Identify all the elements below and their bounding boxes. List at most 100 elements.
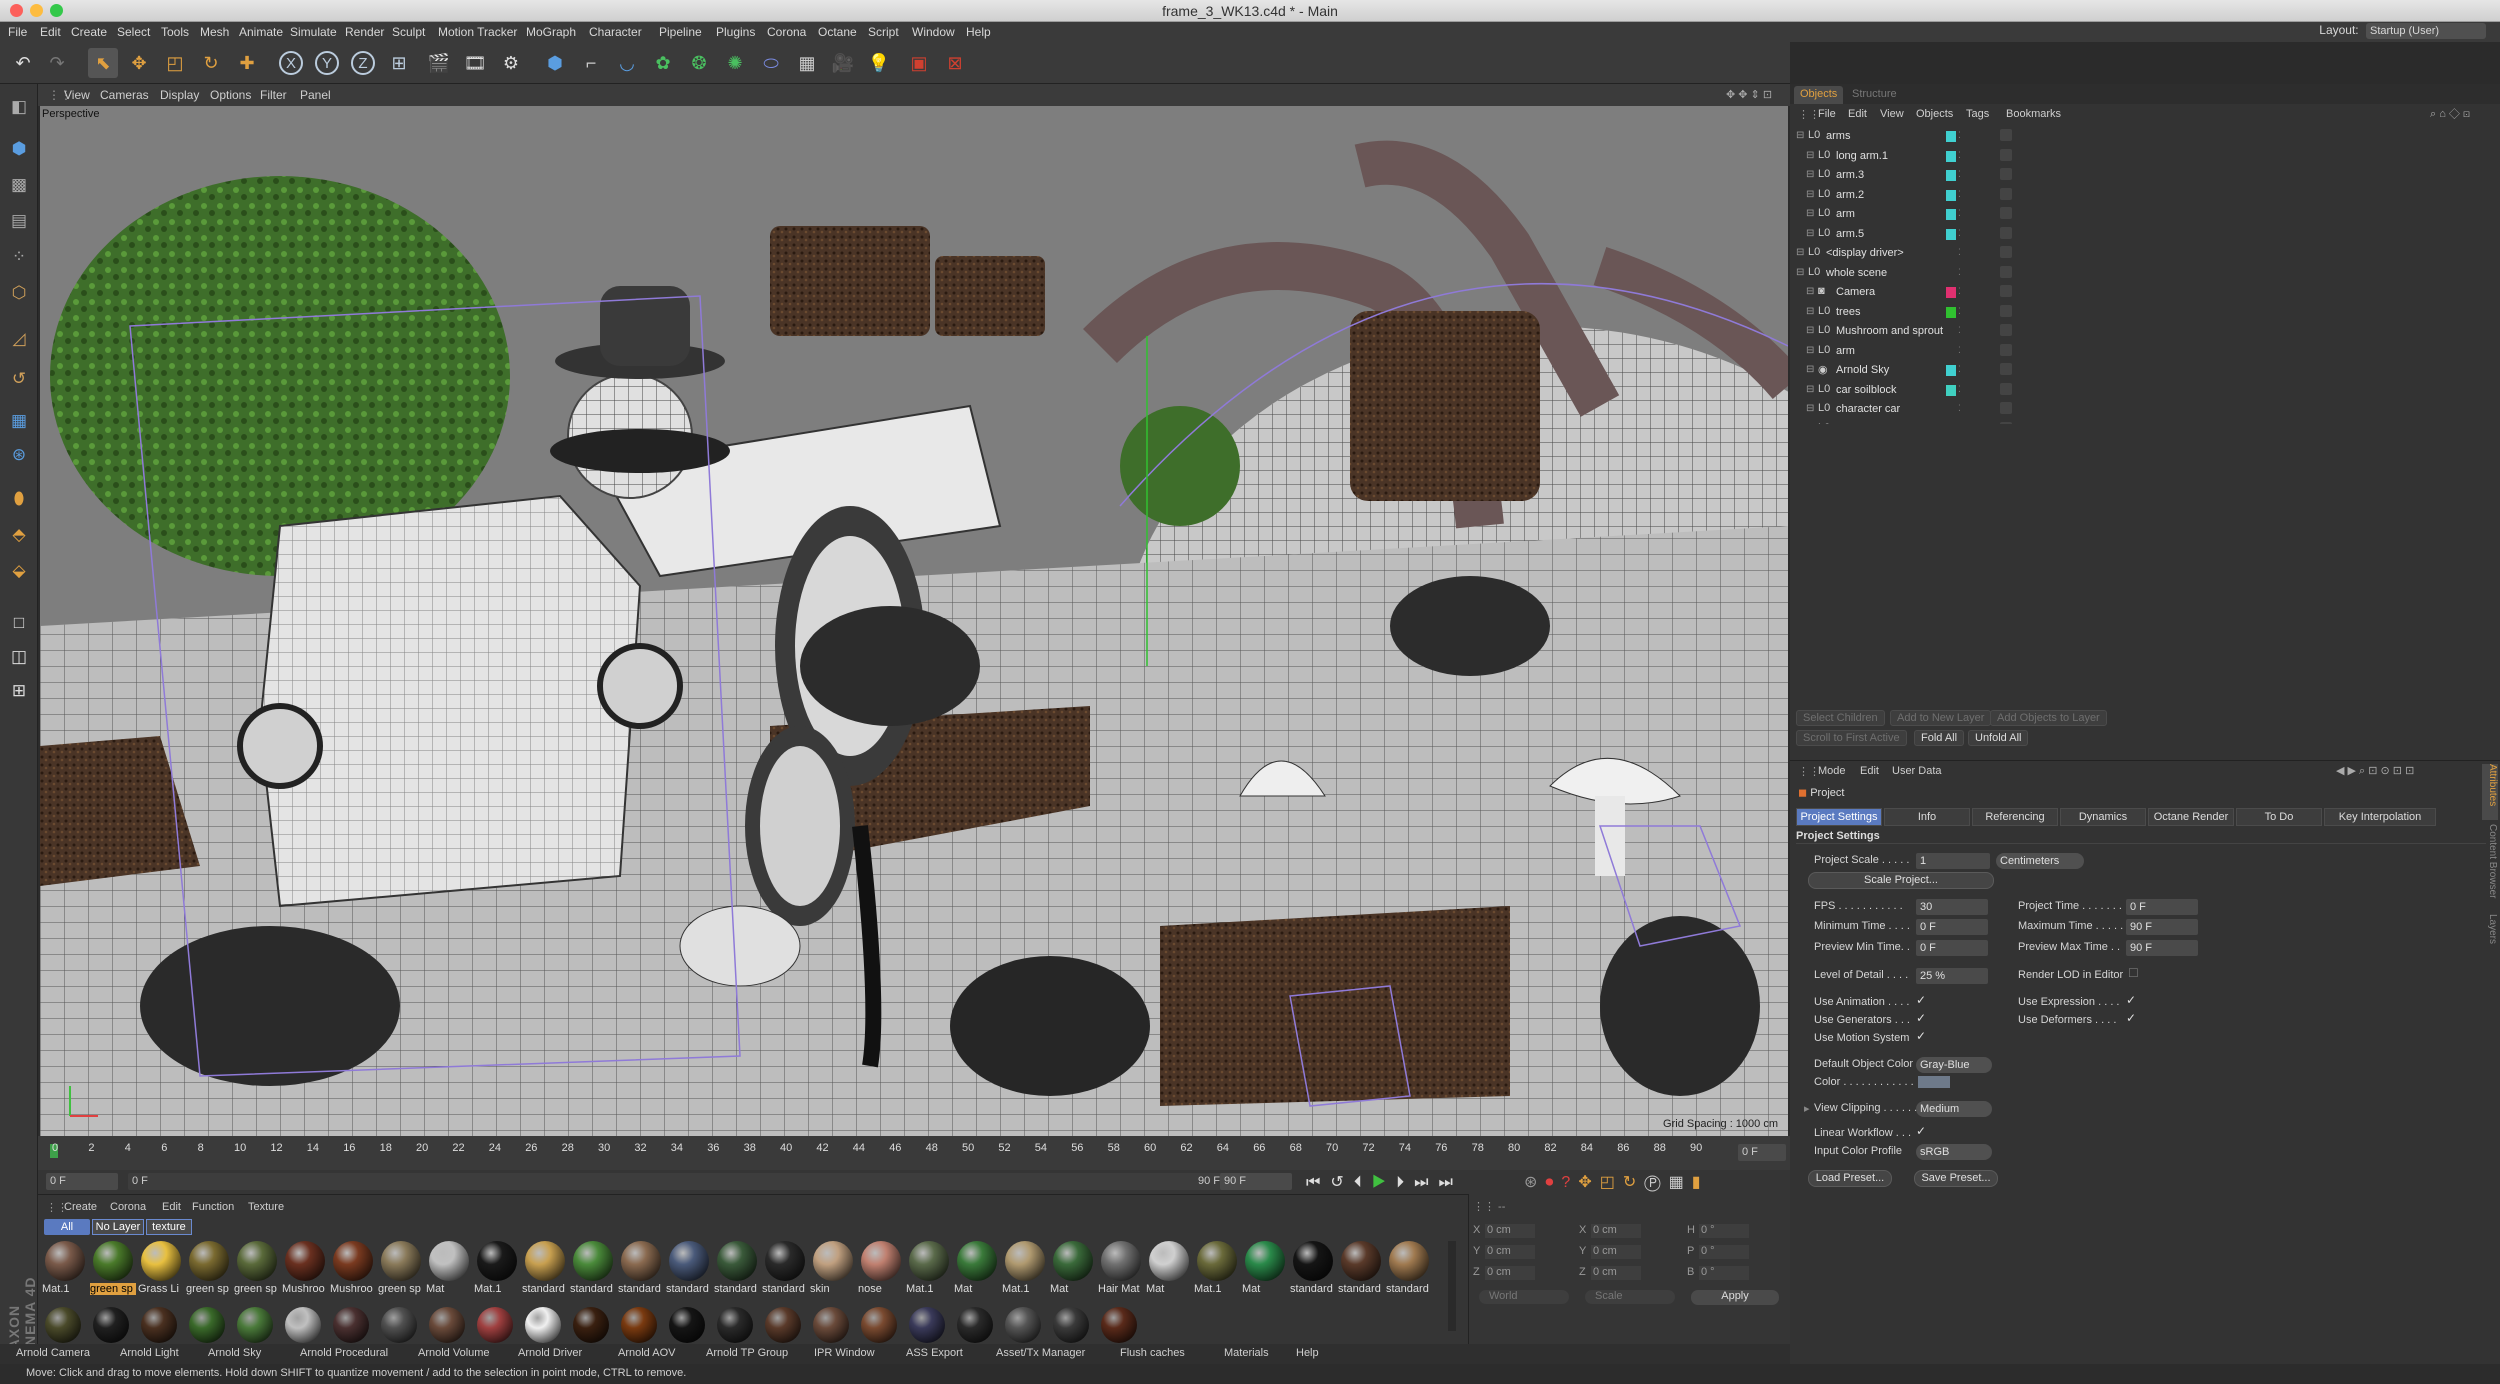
object-tag-icon[interactable] — [2000, 187, 2012, 200]
level-of-detail-field[interactable]: 25 % — [1916, 968, 1988, 984]
expand-toggle-icon[interactable]: ⊟ — [1806, 384, 1814, 395]
task-asset-tx-manager[interactable]: Asset/Tx Manager — [996, 1347, 1085, 1359]
recent-tools-icon[interactable]: ✚ — [232, 48, 262, 78]
object-name[interactable]: trees — [1836, 306, 1860, 318]
menu-corona[interactable]: Corona — [767, 25, 806, 39]
material-item[interactable]: standard — [762, 1241, 808, 1299]
menu-file[interactable]: File — [8, 25, 27, 39]
material-item[interactable]: Mat — [1242, 1241, 1288, 1299]
viewport-menu-display[interactable]: Display — [160, 88, 199, 102]
material-ball[interactable] — [189, 1307, 225, 1343]
fold-all-button[interactable]: Fold All — [1914, 730, 1965, 746]
material-item[interactable]: standard — [1290, 1241, 1336, 1299]
visibility-dots-icon[interactable]: ⁚ — [1958, 306, 1961, 317]
two-view-icon[interactable]: ◫ — [4, 642, 34, 672]
objects-menu-file[interactable]: File — [1818, 108, 1836, 120]
viewport-menu-panel[interactable]: Panel — [300, 88, 331, 102]
material-item[interactable]: green sp — [378, 1241, 424, 1299]
texture-mode-icon[interactable]: ▩ — [4, 170, 34, 200]
maximum-time-field[interactable]: 90 F — [2126, 919, 2198, 935]
object-name[interactable]: car soilblock — [1836, 384, 1897, 396]
object-row[interactable]: ⊟ L0 arm.2 ⁚ — [1796, 187, 2476, 205]
object-tag-icon[interactable] — [2000, 226, 2012, 239]
menu-script[interactable]: Script — [868, 25, 899, 39]
floor-icon[interactable]: ▦ — [792, 48, 822, 78]
move-tool-icon[interactable]: ✥ — [124, 48, 154, 78]
objects-menu-objects[interactable]: Objects — [1916, 108, 1953, 120]
play-icon[interactable]: ▶ — [1372, 1174, 1396, 1191]
visibility-dots-icon[interactable]: ⁚ — [1958, 228, 1961, 239]
coord-b-field[interactable]: 0 ° — [1699, 1266, 1749, 1280]
material-item[interactable]: Mat.1 — [42, 1241, 88, 1299]
material-ball[interactable] — [285, 1307, 321, 1343]
coord-h-field[interactable]: 0 ° — [1699, 1224, 1749, 1238]
fps-field[interactable]: 30 — [1916, 899, 1988, 915]
object-name[interactable]: Camera — [1836, 286, 1875, 298]
object-tag-icon[interactable] — [2000, 363, 2012, 375]
tab-project-settings[interactable]: Project Settings — [1796, 808, 1882, 826]
menu-tools[interactable]: Tools — [161, 25, 189, 39]
task-arnold-camera[interactable]: Arnold Camera — [16, 1347, 90, 1359]
material-ball[interactable] — [813, 1307, 849, 1343]
timeline-ruler[interactable]: 0 2 4 6 8 10 12 14 16 18 20 22 24 26 28 30 32 34 36 38 40 42 4… — [38, 1136, 1790, 1170]
attr-menu-user-data[interactable]: User Data — [1892, 765, 1942, 777]
visibility-dots-icon[interactable]: ⁚ — [1958, 345, 1961, 356]
four-view-icon[interactable]: ⊞ — [4, 676, 34, 706]
layer-color-swatch[interactable] — [1946, 228, 1956, 240]
task-arnold-sky[interactable]: Arnold Sky — [208, 1347, 261, 1359]
use-animation-checkbox[interactable]: ✓ — [1916, 993, 1926, 1007]
material-item[interactable]: standard — [666, 1241, 712, 1299]
y-axis-lock-icon[interactable]: Y — [312, 48, 342, 78]
menu-simulate[interactable]: Simulate — [290, 25, 337, 39]
rot-key-icon[interactable]: ↻ — [1623, 1174, 1644, 1191]
light-icon[interactable]: 💡 — [864, 48, 894, 78]
coord-z-pos-field[interactable]: 0 cm — [1485, 1266, 1535, 1280]
go-to-end-icon[interactable]: ⏭ — [1439, 1174, 1463, 1191]
task-flush-caches[interactable]: Flush caches — [1120, 1347, 1185, 1359]
visibility-dots-icon[interactable]: ⁚ — [1958, 189, 1961, 200]
live-selection-icon[interactable]: ⬉ — [88, 48, 118, 78]
viewport-menu-options[interactable]: Options — [210, 88, 251, 102]
menu-mograph[interactable]: MoGraph — [526, 25, 576, 39]
material-ball[interactable] — [1053, 1307, 1089, 1343]
object-tag-icon[interactable] — [2000, 168, 2012, 180]
object-row[interactable]: ⊟ L0 arms ⁚ — [1796, 128, 2476, 146]
object-row[interactable]: ⊟ L0 arm.5 ⁚ — [1796, 226, 2476, 244]
material-ball[interactable] — [765, 1307, 801, 1343]
material-ball[interactable] — [669, 1307, 705, 1343]
task-materials[interactable]: Materials — [1224, 1347, 1269, 1359]
visibility-dots-icon[interactable]: ⁚ — [1958, 169, 1961, 180]
material-item[interactable]: Mat.1 — [1194, 1241, 1240, 1299]
material-item[interactable]: Mushroo — [282, 1241, 328, 1299]
filter-texture[interactable]: texture — [146, 1219, 192, 1235]
keyframe-controls[interactable]: ⊛⏺?✥◰↻Ⓟ▦▮ — [1524, 1172, 1709, 1192]
add-objects-to-layer-button[interactable]: Add Objects to Layer — [1990, 710, 2107, 726]
task-help[interactable]: Help — [1296, 1347, 1319, 1359]
preview-min-time-field[interactable]: 0 F — [1916, 940, 1988, 956]
material-ball[interactable] — [957, 1307, 993, 1343]
octane-live-viewer-icon[interactable]: ▣ — [904, 48, 934, 78]
task-arnold-driver[interactable]: Arnold Driver — [518, 1347, 582, 1359]
field-icon[interactable]: ⬭ — [756, 48, 786, 78]
coord-world-dropdown[interactable]: World — [1479, 1290, 1569, 1304]
visibility-dots-icon[interactable]: ⁚ — [1958, 325, 1961, 336]
coord-z-size-field[interactable]: 0 cm — [1591, 1266, 1641, 1280]
material-item[interactable]: green sp — [186, 1241, 232, 1299]
deformer-icon[interactable]: ✺ — [720, 48, 750, 78]
layer-color-swatch[interactable] — [1946, 150, 1956, 162]
material-ball[interactable] — [93, 1307, 129, 1343]
viewport-navigation-icons[interactable]: ✥ ✥ ⇕ ⊡ — [1726, 88, 1772, 101]
object-name[interactable]: character car — [1836, 403, 1900, 415]
material-ball[interactable] — [1101, 1307, 1137, 1343]
menu-plugins[interactable]: Plugins — [716, 25, 755, 39]
subdivision-surface-icon[interactable]: ◡ — [612, 48, 642, 78]
material-ball[interactable] — [909, 1307, 945, 1343]
coordinate-system-icon[interactable]: ⊞ — [384, 48, 414, 78]
task-arnold-light[interactable]: Arnold Light — [120, 1347, 179, 1359]
object-row[interactable]: ⊟ ◉ Arnold Sky ⁚ — [1796, 362, 2476, 380]
keyframe-selection-icon[interactable]: ? — [1561, 1174, 1578, 1191]
object-row[interactable]: ⊟ L0 arm.3 ⁚ — [1796, 167, 2476, 185]
preview-max-time-field[interactable]: 90 F — [2126, 940, 2198, 956]
layer-color-swatch[interactable] — [1946, 170, 1956, 181]
single-view-icon[interactable]: □ — [4, 608, 34, 638]
